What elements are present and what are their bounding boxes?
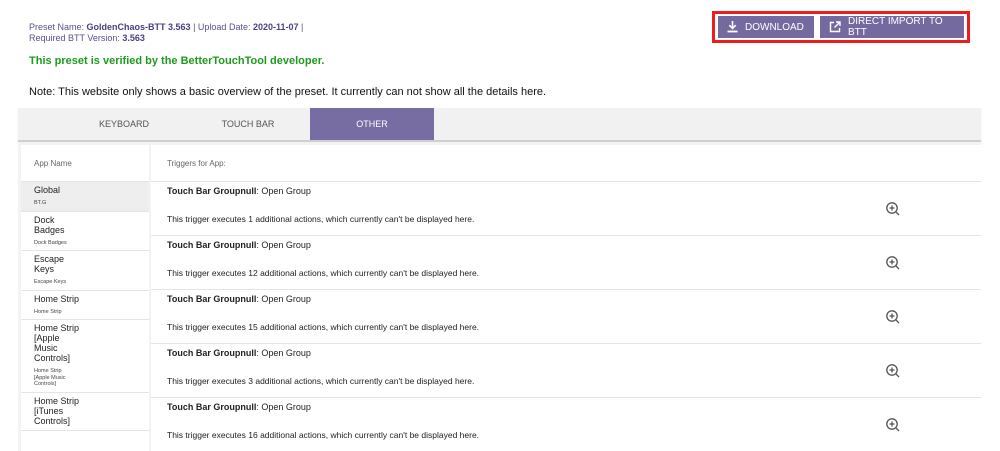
app-identifier: Home Strip	[34, 308, 62, 315]
separator: |	[190, 22, 198, 32]
trigger-action: : Open Group	[256, 294, 311, 304]
overview-note: Note: This website only shows a basic ov…	[29, 86, 547, 98]
upload-date-value: 2020-11-07	[252, 22, 299, 32]
trigger-name: Touch Bar Groupnull	[167, 348, 257, 358]
app-identifier: Escape Keys	[34, 279, 67, 285]
app-name: Home Strip [iTunes Controls]	[34, 395, 80, 426]
sidebar-item-home-strip-apple-music[interactable]: Home Strip [Apple Music Controls] Home S…	[21, 320, 149, 393]
trigger-row: Touch Bar Groupnull: Open Group This tri…	[151, 290, 981, 344]
download-icon	[727, 21, 738, 33]
trigger-row: Touch Bar Groupnull: Open Group This tri…	[151, 398, 981, 451]
trigger-row: Touch Bar Groupnull: Open Group This tri…	[151, 182, 981, 236]
direct-import-button[interactable]: DIRECT IMPORT TO BTT	[820, 16, 964, 38]
zoom-in-icon[interactable]	[885, 255, 901, 271]
preset-name-label: Preset Name:	[29, 22, 85, 32]
direct-import-label: DIRECT IMPORT TO BTT	[848, 16, 943, 38]
tab-keyboard[interactable]: KEYBOARD	[62, 108, 186, 140]
trigger-title: Touch Bar Groupnull: Open Group	[167, 240, 311, 250]
trigger-row: Touch Bar Groupnull: Open Group This tri…	[151, 236, 981, 290]
triggers-list: Triggers for App: Touch Bar Groupnull: O…	[151, 145, 981, 451]
zoom-in-icon[interactable]	[885, 363, 901, 379]
verified-notice: This preset is verified by the BetterTou…	[29, 55, 325, 67]
app-name: Escape Keys	[34, 254, 65, 274]
sidebar-item-global[interactable]: Global BT.G	[21, 182, 149, 212]
tab-spacer	[18, 108, 62, 140]
required-version-label: Required BTT Version:	[29, 33, 120, 43]
app-identifier: BT.G	[34, 200, 47, 206]
app-sidebar[interactable]: App Name Global BT.G Dock Badges Dock Ba…	[21, 145, 149, 451]
trigger-description: This trigger executes 16 additional acti…	[167, 430, 480, 440]
trigger-action: : Open Group	[256, 402, 311, 412]
trigger-action: : Open Group	[256, 240, 311, 250]
trigger-action: : Open Group	[256, 348, 311, 358]
upload-date-label: Upload Date:	[197, 22, 251, 32]
trigger-description: This trigger executes 15 additional acti…	[167, 322, 480, 332]
trigger-title: Touch Bar Groupnull: Open Group	[167, 348, 311, 358]
trigger-name: Touch Bar Groupnull	[167, 294, 257, 304]
sidebar-item-dock-badges[interactable]: Dock Badges Dock Badges	[21, 212, 149, 251]
trigger-description: This trigger executes 12 additional acti…	[167, 268, 480, 278]
tab-other[interactable]: OTHER	[310, 108, 434, 140]
trigger-title: Touch Bar Groupnull: Open Group	[167, 186, 311, 196]
preset-info: Preset Name: GoldenChaos-BTT 3.563 | Upl…	[29, 22, 303, 44]
external-link-icon	[829, 21, 841, 33]
download-button[interactable]: DOWNLOAD	[718, 16, 814, 38]
trigger-title: Touch Bar Groupnull: Open Group	[167, 294, 311, 304]
required-version-value: 3.563	[122, 33, 145, 43]
zoom-in-icon[interactable]	[885, 417, 901, 433]
sidebar-item-home-strip[interactable]: Home Strip Home Strip	[21, 291, 149, 320]
zoom-in-icon[interactable]	[885, 309, 901, 325]
app-identifier: Home Strip [Apple Music Controls]	[34, 368, 66, 387]
app-identifier: Dock Badges	[34, 239, 67, 246]
download-label: DOWNLOAD	[745, 21, 804, 33]
app-name-header: App Name	[21, 145, 149, 182]
trigger-name: Touch Bar Groupnull	[167, 240, 257, 250]
trigger-description: This trigger executes 3 additional actio…	[167, 376, 475, 386]
triggers-header: Triggers for App:	[151, 145, 981, 182]
app-name: Home Strip	[34, 293, 80, 304]
trigger-title: Touch Bar Groupnull: Open Group	[167, 402, 311, 412]
app-name: Global	[34, 185, 61, 195]
preset-name-value: GoldenChaos-BTT 3.563	[86, 22, 191, 32]
trigger-name: Touch Bar Groupnull	[167, 402, 257, 412]
trigger-row: Touch Bar Groupnull: Open Group This tri…	[151, 344, 981, 398]
zoom-in-icon[interactable]	[885, 201, 901, 217]
tab-touch-bar[interactable]: TOUCH BAR	[186, 108, 310, 140]
trigger-name: Touch Bar Groupnull	[167, 186, 257, 196]
app-name: Dock Badges	[34, 214, 65, 235]
sidebar-item-home-strip-itunes[interactable]: Home Strip [iTunes Controls]	[21, 393, 149, 431]
trigger-action: : Open Group	[256, 186, 311, 196]
trigger-description: This trigger executes 1 additional actio…	[167, 214, 475, 224]
preset-info-line-2: Required BTT Version: 3.563	[29, 33, 303, 44]
separator-2: |	[298, 22, 304, 32]
preset-info-line-1: Preset Name: GoldenChaos-BTT 3.563 | Upl…	[29, 22, 303, 33]
tab-bar: KEYBOARD TOUCH BAR OTHER	[18, 108, 981, 142]
app-name: Home Strip [Apple Music Controls]	[34, 323, 80, 363]
action-buttons: DOWNLOAD DIRECT IMPORT TO BTT	[712, 11, 970, 43]
sidebar-item-escape-keys[interactable]: Escape Keys Escape Keys	[21, 251, 149, 291]
triggers-panel: App Name Global BT.G Dock Badges Dock Ba…	[18, 142, 981, 451]
